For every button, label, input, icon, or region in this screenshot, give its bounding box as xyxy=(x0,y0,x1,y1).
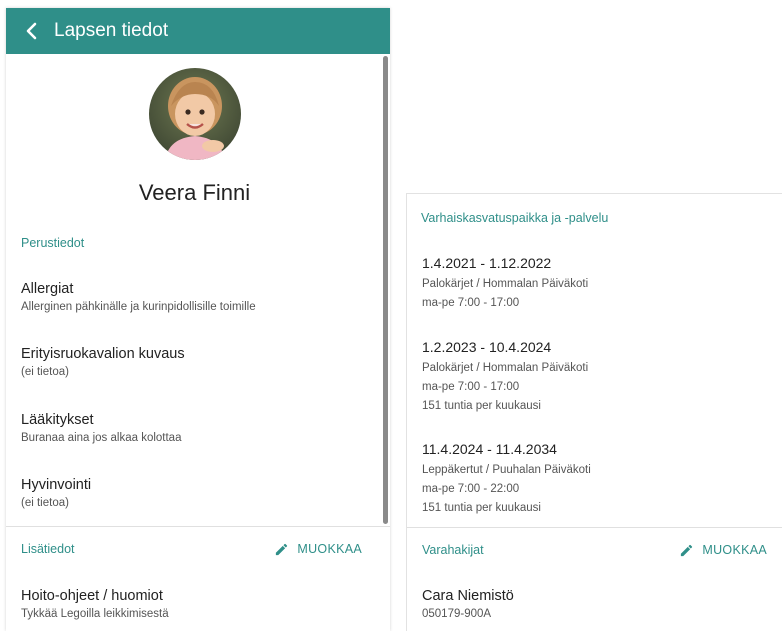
backup-guardian-item: Cara Niemistö 050179-900A xyxy=(422,588,772,620)
placement-dates: 1.4.2021 - 1.12.2022 xyxy=(422,255,552,271)
edit-label: MUOKKAA xyxy=(297,542,362,556)
placement-unit: Palokärjet / Hommalan Päiväkoti xyxy=(422,278,589,290)
placement-item: 1.4.2021 - 1.12.2022 Palokärjet / Hommal… xyxy=(422,255,762,313)
field-title: Hoito-ohjeet / huomiot xyxy=(21,588,163,604)
placement-extra: 151 tuntia per kuukausi xyxy=(422,502,541,514)
field-medications: Lääkitykset Buranaa aina jos alkaa kolot… xyxy=(21,412,371,444)
field-allergies: Allergiat Allerginen pähkinälle ja kurin… xyxy=(21,281,371,313)
field-value: Buranaa aina jos alkaa kolottaa xyxy=(21,432,182,444)
placements-label: Varhaiskasvatuspaikka ja -palvelu xyxy=(421,211,609,225)
placement-extra: 151 tuntia per kuukausi xyxy=(422,400,541,412)
chevron-left-icon xyxy=(26,22,37,40)
child-details-panel: Lapsen tiedot Veera Finni Perustiedot Al… xyxy=(6,8,390,631)
field-value: Allerginen pähkinälle ja kurinpidollisil… xyxy=(21,301,256,313)
placement-panel: Varhaiskasvatuspaikka ja -palvelu 1.4.20… xyxy=(406,193,782,631)
back-button[interactable] xyxy=(20,20,42,42)
field-value: Tykkää Legoilla leikkimisestä xyxy=(21,608,169,620)
field-special-diet: Erityisruokavalion kuvaus (ei tietoa) xyxy=(21,346,371,378)
child-avatar[interactable] xyxy=(149,68,241,160)
field-title: Lääkitykset xyxy=(21,412,94,428)
field-value: (ei tietoa) xyxy=(21,497,69,509)
placement-hours: ma-pe 7:00 - 17:00 xyxy=(422,381,520,393)
guardian-id: 050179-900A xyxy=(422,608,492,620)
scrollbar[interactable] xyxy=(383,56,388,524)
placement-hours: ma-pe 7:00 - 22:00 xyxy=(422,483,520,495)
edit-label: MUOKKAA xyxy=(702,543,767,557)
placement-unit: Palokärjet / Hommalan Päiväkoti xyxy=(422,362,589,374)
field-title: Hyvinvointi xyxy=(21,477,92,493)
field-title: Erityisruokavalion kuvaus xyxy=(21,346,185,362)
field-wellbeing: Hyvinvointi (ei tietoa) xyxy=(21,477,371,509)
field-value: (ei tietoa) xyxy=(21,366,69,378)
edit-backup-guardians-button[interactable]: MUOKKAA xyxy=(679,543,767,558)
placement-unit: Leppäkertut / Puuhalan Päiväkoti xyxy=(422,464,591,476)
pencil-icon xyxy=(681,544,693,556)
field-care-instructions: Hoito-ohjeet / huomiot Tykkää Legoilla l… xyxy=(21,588,371,620)
pencil-icon xyxy=(276,543,288,555)
app-header: Lapsen tiedot xyxy=(6,8,390,54)
backup-guardians-header: Varahakijat MUOKKAA xyxy=(407,528,782,572)
backup-guardians-label: Varahakijat xyxy=(422,543,484,557)
extra-info-label: Lisätiedot xyxy=(21,542,75,556)
extra-info-header: Lisätiedot MUOKKAA xyxy=(6,527,376,571)
page-title: Lapsen tiedot xyxy=(54,20,169,41)
child-name: Veera Finni xyxy=(138,180,251,205)
field-title: Allergiat xyxy=(21,281,74,297)
child-photo xyxy=(149,68,241,160)
placement-hours: ma-pe 7:00 - 17:00 xyxy=(422,297,520,309)
placement-item: 1.2.2023 - 10.4.2024 Palokärjet / Hommal… xyxy=(422,339,762,416)
placement-item: 11.4.2024 - 11.4.2034 Leppäkertut / Puuh… xyxy=(422,441,762,518)
guardian-name: Cara Niemistö xyxy=(422,588,514,604)
edit-extra-info-button[interactable]: MUOKKAA xyxy=(274,542,362,557)
placement-dates: 1.2.2023 - 10.4.2024 xyxy=(422,339,552,355)
placement-dates: 11.4.2024 - 11.4.2034 xyxy=(422,441,557,457)
basic-info-label: Perustiedot xyxy=(21,236,85,250)
